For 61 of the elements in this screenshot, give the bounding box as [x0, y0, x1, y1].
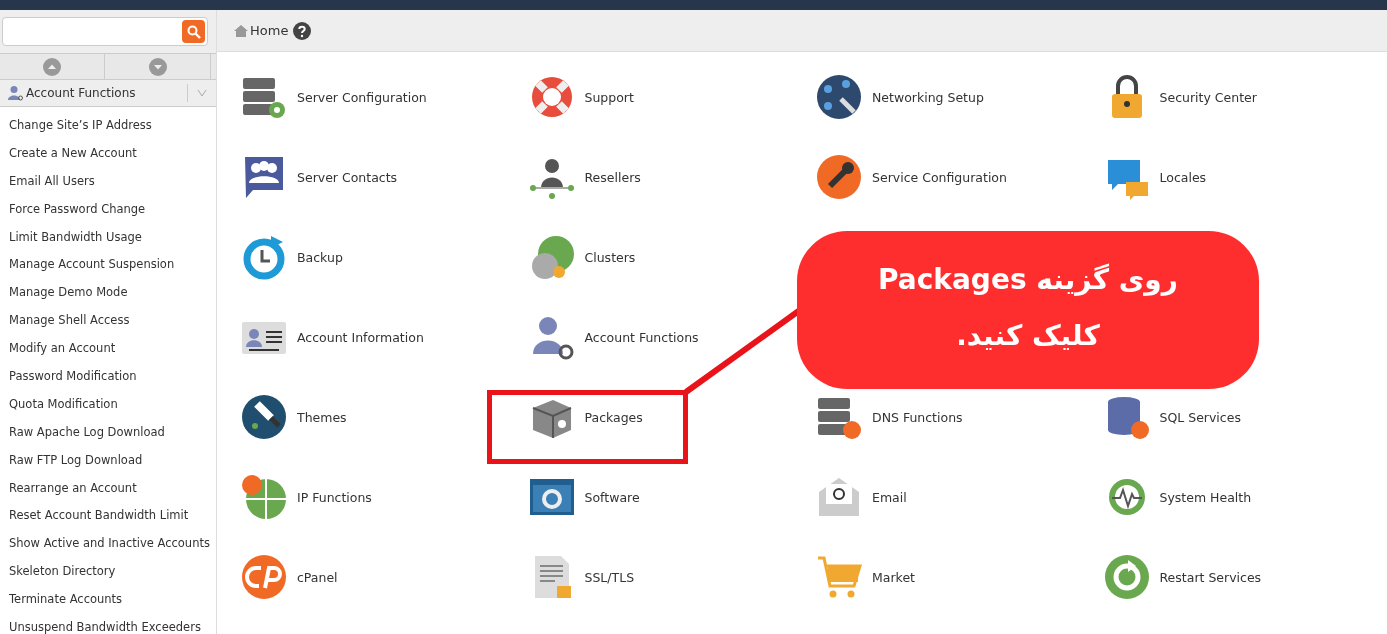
feature-link[interactable]: SSL/TLS	[528, 554, 635, 600]
feature-link[interactable]: Server Configuration	[241, 74, 427, 120]
home-link[interactable]: Home	[234, 23, 289, 38]
sidebar-link[interactable]: Limit Bandwidth Usage	[0, 223, 216, 252]
sidebar-link[interactable]: Manage Account Suspension	[0, 251, 216, 280]
sidebar-link[interactable]: Raw FTP Log Download	[0, 446, 216, 475]
search-field[interactable]	[2, 17, 208, 46]
feature-link[interactable]: Backup	[241, 234, 343, 280]
sidebar-title: Account Functions	[26, 86, 137, 100]
feature-link[interactable]: Server Contacts	[241, 154, 398, 200]
network-wrench-icon	[816, 74, 862, 120]
sidebar-link[interactable]: Email All Users	[0, 167, 216, 196]
refresh-icon	[1103, 554, 1150, 600]
sidebar-link[interactable]: Terminate Accounts	[0, 586, 216, 615]
sidebar-link[interactable]: Unsuspend Bandwidth Exceeders	[0, 614, 216, 634]
feature-link[interactable]: Locales	[1103, 154, 1207, 200]
sidebar-link[interactable]: Password Modification	[0, 363, 216, 391]
feature-link[interactable]: Security Center	[1103, 74, 1257, 120]
feature-link[interactable]: Networking Setup	[816, 74, 984, 120]
sidebar-link[interactable]: Manage Shell Access	[0, 307, 216, 336]
feature-link[interactable]: DNS Functions	[816, 394, 963, 440]
sidebar-link[interactable]: Skeleton Directory	[0, 558, 216, 587]
sidebar-link[interactable]: Raw Apache Log Download	[0, 418, 216, 447]
sidebar-link[interactable]: Reset Account Bandwidth Limit	[0, 502, 216, 531]
sidebar-link[interactable]: Create a New Account	[0, 139, 216, 168]
logo-icon	[241, 554, 287, 600]
search-button[interactable]	[182, 20, 205, 43]
globe-icon	[241, 474, 287, 520]
feature-link[interactable]: IP Functions	[241, 474, 372, 520]
paintbrush-icon	[241, 394, 287, 440]
wrench-icon	[816, 154, 862, 200]
search-icon	[186, 24, 201, 39]
sidebar-link[interactable]: Rearrange an Account	[0, 474, 216, 503]
feature-link[interactable]: Support	[528, 74, 634, 120]
user-gear-icon	[7, 85, 23, 101]
chevron-down-icon[interactable]	[197, 89, 207, 97]
feature-link[interactable]: Email	[816, 474, 907, 520]
feature-link[interactable]: Software	[528, 474, 640, 520]
feature-link[interactable]: Resellers	[528, 154, 641, 200]
sidebar-link[interactable]: Force Password Change	[0, 195, 216, 224]
sidebar-link[interactable]: Manage Demo Mode	[0, 279, 216, 308]
help-icon[interactable]	[293, 21, 312, 40]
sidebar-link[interactable]: Modify an Account	[0, 335, 216, 363]
home-icon	[234, 24, 248, 37]
sidebar-link[interactable]: Change Site’s IP Address	[0, 112, 216, 140]
feature-link[interactable]: Themes	[241, 394, 347, 440]
feature-link[interactable]: Market	[816, 554, 915, 600]
feature-link[interactable]: cPanel	[241, 554, 338, 600]
feature-link[interactable]: Account Functions	[528, 314, 699, 360]
feature-link[interactable]: Restart Services	[1103, 554, 1262, 600]
feature-link[interactable]: SQL Services	[1103, 394, 1241, 440]
feature-link[interactable]: System Health	[1103, 474, 1252, 520]
feature-link[interactable]: Packages	[528, 394, 643, 440]
sidebar-link[interactable]: Show Active and Inactive Accounts	[0, 530, 216, 559]
feature-link[interactable]: Clusters	[528, 234, 636, 280]
circular-arrow-icon	[241, 234, 287, 280]
callout-text: روی گزینه Packages کلیک کنید.	[877, 262, 1179, 354]
sidebar-link[interactable]: Quota Modification	[0, 390, 216, 419]
cart-icon	[816, 554, 862, 600]
feature-link[interactable]: Service Configuration	[816, 154, 1007, 200]
feature-link[interactable]: Account Information	[241, 314, 424, 360]
